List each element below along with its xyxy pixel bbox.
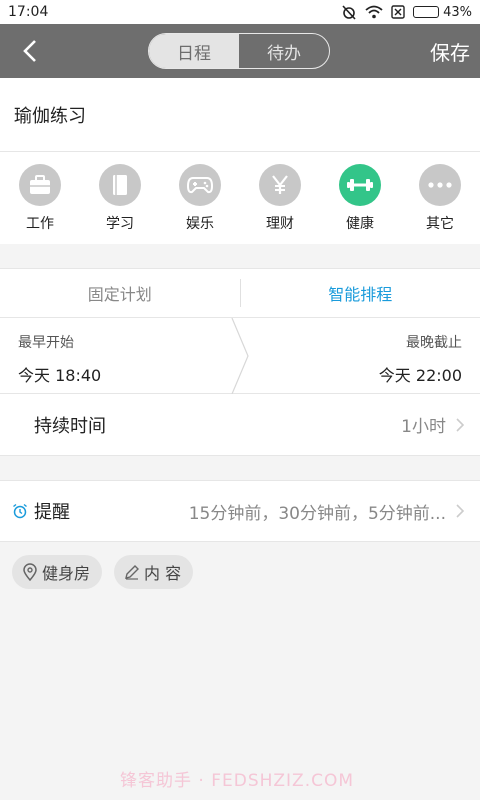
wifi-icon [365, 5, 383, 19]
status-bar: 17:04 43% [0, 0, 480, 24]
tab-fixed-plan[interactable]: 固定计划 [0, 281, 240, 305]
attribute-chips: 健身房 内 容 [12, 555, 194, 589]
latest-end[interactable]: 最晚截止 今天 22:00 [379, 332, 462, 386]
location-pin-icon [23, 563, 37, 581]
reminder-label: 提醒 [34, 502, 70, 523]
battery-percent: 43% [443, 4, 472, 20]
category-health[interactable]: 健康 [320, 152, 400, 244]
category-other[interactable]: 其它 [400, 152, 480, 244]
latest-end-value: 今天 22:00 [378, 366, 462, 385]
location-chip[interactable]: 健身房 [12, 555, 103, 589]
category-finance[interactable]: 理财 [240, 152, 320, 244]
category-work[interactable]: 工作 [0, 152, 80, 244]
reminder-value: 15分钟前，30分钟前，5分钟前... [188, 503, 446, 524]
briefcase-icon [19, 164, 61, 206]
status-icons: 43% [341, 4, 472, 20]
back-arrow-icon[interactable] [18, 38, 44, 64]
chevron-right-icon [456, 504, 465, 518]
category-label: 学习 [106, 216, 134, 232]
battery-icon [413, 6, 440, 18]
schedule-mode-tabs: 固定计划 智能排程 [0, 268, 480, 318]
battery-indicator: 43% [413, 5, 472, 20]
yen-icon [259, 164, 301, 206]
dumbbell-icon [339, 164, 381, 206]
earliest-start[interactable]: 最早开始 今天 18:40 [18, 332, 101, 386]
book-icon [99, 164, 141, 206]
app-bar: 日程 待办 保存 [0, 24, 480, 78]
content-chip-label: 内 容 [144, 564, 182, 583]
location-chip-label: 健身房 [42, 564, 91, 583]
duration-label: 持续时间 [34, 415, 106, 437]
tab-todo[interactable]: 待办 [239, 34, 329, 68]
earliest-start-caption: 最早开始 [18, 335, 74, 351]
category-label: 理财 [266, 216, 294, 232]
schedule-todo-toggle: 日程 待办 [148, 33, 330, 69]
more-icon [419, 164, 461, 206]
earliest-start-value: 今天 18:40 [18, 366, 102, 385]
latest-end-caption: 最晚截止 [406, 335, 462, 351]
duration-row[interactable]: 持续时间 1小时 [0, 394, 480, 456]
alarm-clock-icon [13, 503, 27, 519]
pencil-icon [125, 565, 140, 580]
duration-value: 1小时 [401, 417, 446, 437]
event-title-field[interactable]: 瑜伽练习 [0, 78, 480, 152]
reminder-row[interactable]: 提醒 15分钟前，30分钟前，5分钟前... [0, 480, 480, 542]
category-study[interactable]: 学习 [80, 152, 160, 244]
chevron-right-icon [456, 417, 465, 432]
category-label: 娱乐 [186, 216, 214, 232]
alarm-off-icon [342, 5, 356, 20]
category-label: 健康 [346, 216, 374, 232]
chevron-separator-icon [231, 318, 249, 394]
save-button[interactable]: 保存 [430, 37, 470, 66]
watermark: 锋客助手 · FEDSHZIZ.COM [120, 771, 355, 791]
time-range: 最早开始 今天 18:40 最晚截止 今天 22:00 [0, 318, 480, 394]
category-label: 工作 [26, 216, 54, 232]
category-label: 其它 [426, 216, 454, 232]
content-chip[interactable]: 内 容 [114, 555, 194, 589]
tab-schedule[interactable]: 日程 [149, 34, 239, 68]
gamepad-icon [179, 164, 221, 206]
sim-absent-icon [391, 5, 405, 19]
tab-smart-scheduling[interactable]: 智能排程 [241, 281, 480, 305]
category-entertainment[interactable]: 娱乐 [160, 152, 240, 244]
category-selector: 工作 学习 娱乐 理财 健康 其它 [0, 152, 480, 244]
status-time: 17:04 [8, 4, 49, 20]
